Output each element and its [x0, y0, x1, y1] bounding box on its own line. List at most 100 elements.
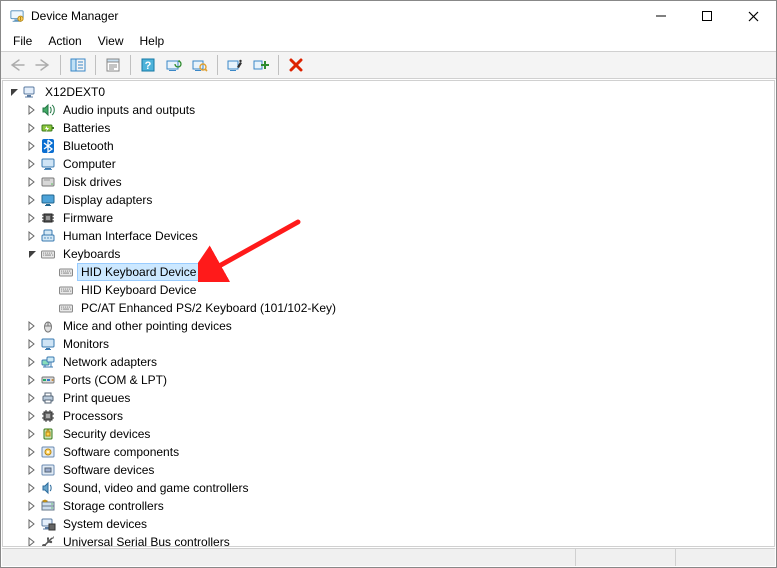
tree-device-node[interactable]: HID Keyboard Device — [43, 263, 774, 281]
maximize-button[interactable] — [684, 1, 730, 31]
tree-category-label: Bluetooth — [60, 138, 117, 154]
toolbar-disable-button[interactable] — [223, 54, 247, 76]
tree-category-node[interactable]: Processors — [25, 407, 774, 425]
tree-device-node[interactable]: HID Keyboard Device — [43, 281, 774, 299]
display-icon — [40, 192, 56, 208]
tree-category-label: Monitors — [60, 336, 112, 352]
menu-help[interactable]: Help — [132, 32, 173, 50]
tree-category-label: Processors — [60, 408, 126, 424]
swcomp-icon — [40, 444, 56, 460]
status-cell — [575, 549, 675, 566]
system-icon — [40, 516, 56, 532]
tree-expand-arrow[interactable] — [25, 481, 39, 495]
tree-expand-arrow[interactable] — [25, 517, 39, 531]
tree-category-node[interactable]: Security devices — [25, 425, 774, 443]
tree-expand-arrow[interactable] — [25, 103, 39, 117]
tree-expand-arrow[interactable] — [25, 355, 39, 369]
tree-category-node[interactable]: Firmware — [25, 209, 774, 227]
tree-category-node[interactable]: Disk drives — [25, 173, 774, 191]
tree-category-node[interactable]: Software components — [25, 443, 774, 461]
tree-collapse-arrow[interactable] — [7, 85, 21, 99]
tree-category-node[interactable]: Monitors — [25, 335, 774, 353]
tree-category-node[interactable]: Mice and other pointing devices — [25, 317, 774, 335]
tree-category-node[interactable]: Computer — [25, 155, 774, 173]
tree-category-node[interactable]: Network adapters — [25, 353, 774, 371]
tree-expand-arrow[interactable] — [25, 157, 39, 171]
svg-text:?: ? — [145, 60, 152, 72]
tree-category-node[interactable]: Ports (COM & LPT) — [25, 371, 774, 389]
mouse-icon — [40, 318, 56, 334]
menu-action[interactable]: Action — [40, 32, 89, 50]
tree-expand-arrow[interactable] — [25, 319, 39, 333]
tree-category-node[interactable]: Bluetooth — [25, 137, 774, 155]
tree-category-node[interactable]: System devices — [25, 515, 774, 533]
toolbar-separator — [278, 55, 279, 75]
tree-collapse-arrow[interactable] — [25, 247, 39, 261]
tree-expand-arrow[interactable] — [25, 337, 39, 351]
close-button[interactable] — [730, 1, 776, 31]
tree-category-label: Sound, video and game controllers — [60, 480, 251, 496]
tree-expand-arrow[interactable] — [25, 463, 39, 477]
menu-file[interactable]: File — [5, 32, 40, 50]
toolbar-properties-button[interactable] — [101, 54, 125, 76]
menubar: File Action View Help — [1, 31, 776, 51]
minimize-button[interactable] — [638, 1, 684, 31]
tree-device-node[interactable]: PC/AT Enhanced PS/2 Keyboard (101/102-Ke… — [43, 299, 774, 317]
port-icon — [40, 372, 56, 388]
security-icon — [40, 426, 56, 442]
storage-icon — [40, 498, 56, 514]
tree-expand-arrow[interactable] — [25, 373, 39, 387]
monitor-icon — [40, 336, 56, 352]
bluetooth-icon — [40, 138, 56, 154]
tree-expand-arrow[interactable] — [25, 535, 39, 546]
tree-device-label: HID Keyboard Device — [78, 264, 199, 280]
tree-category-node[interactable]: Print queues — [25, 389, 774, 407]
tree-category-node[interactable]: Keyboards — [25, 245, 774, 263]
speaker-icon — [40, 102, 56, 118]
statusbar — [2, 548, 775, 566]
toolbar-scan-button[interactable] — [188, 54, 212, 76]
toolbar-separator — [130, 55, 131, 75]
content-area: X12DEXT0Audio inputs and outputsBatterie… — [2, 80, 775, 547]
toolbar-back-button[interactable] — [5, 54, 29, 76]
toolbar-forward-button[interactable] — [31, 54, 55, 76]
tree-category-node[interactable]: Software devices — [25, 461, 774, 479]
tree-category-node[interactable]: Audio inputs and outputs — [25, 101, 774, 119]
tree-expand-arrow[interactable] — [25, 193, 39, 207]
chip-icon — [40, 210, 56, 226]
toolbar-help-button[interactable]: ? — [136, 54, 160, 76]
tree-category-label: Disk drives — [60, 174, 125, 190]
tree-category-label: Human Interface Devices — [60, 228, 201, 244]
tree-category-node[interactable]: Display adapters — [25, 191, 774, 209]
tree-expand-arrow[interactable] — [25, 229, 39, 243]
tree-expand-arrow[interactable] — [25, 427, 39, 441]
tree-expand-arrow[interactable] — [25, 211, 39, 225]
battery-icon — [40, 120, 56, 136]
toolbar-update-button[interactable] — [162, 54, 186, 76]
tree-category-label: Universal Serial Bus controllers — [60, 534, 233, 546]
toolbar-uninstall-button[interactable] — [284, 54, 308, 76]
toolbar-console-tree-button[interactable] — [66, 54, 90, 76]
device-tree[interactable]: X12DEXT0Audio inputs and outputsBatterie… — [3, 81, 774, 546]
tree-device-label: PC/AT Enhanced PS/2 Keyboard (101/102-Ke… — [78, 300, 339, 316]
tree-expand-arrow[interactable] — [25, 139, 39, 153]
printer-icon — [40, 390, 56, 406]
toolbar-add-legacy-button[interactable] — [249, 54, 273, 76]
toolbar-separator — [217, 55, 218, 75]
menu-view[interactable]: View — [90, 32, 132, 50]
tree-expand-arrow[interactable] — [25, 391, 39, 405]
tree-category-node[interactable]: Universal Serial Bus controllers — [25, 533, 774, 546]
tree-root-node[interactable]: X12DEXT0 — [7, 83, 774, 101]
tree-category-label: Network adapters — [60, 354, 160, 370]
tree-expand-arrow[interactable] — [25, 409, 39, 423]
tree-category-label: Batteries — [60, 120, 113, 136]
tree-category-node[interactable]: Storage controllers — [25, 497, 774, 515]
tree-expand-arrow[interactable] — [25, 175, 39, 189]
tree-expand-arrow[interactable] — [25, 121, 39, 135]
tree-expand-arrow[interactable] — [25, 445, 39, 459]
tree-category-node[interactable]: Sound, video and game controllers — [25, 479, 774, 497]
toolbar-separator — [95, 55, 96, 75]
tree-expand-arrow[interactable] — [25, 499, 39, 513]
tree-category-node[interactable]: Batteries — [25, 119, 774, 137]
tree-category-node[interactable]: Human Interface Devices — [25, 227, 774, 245]
